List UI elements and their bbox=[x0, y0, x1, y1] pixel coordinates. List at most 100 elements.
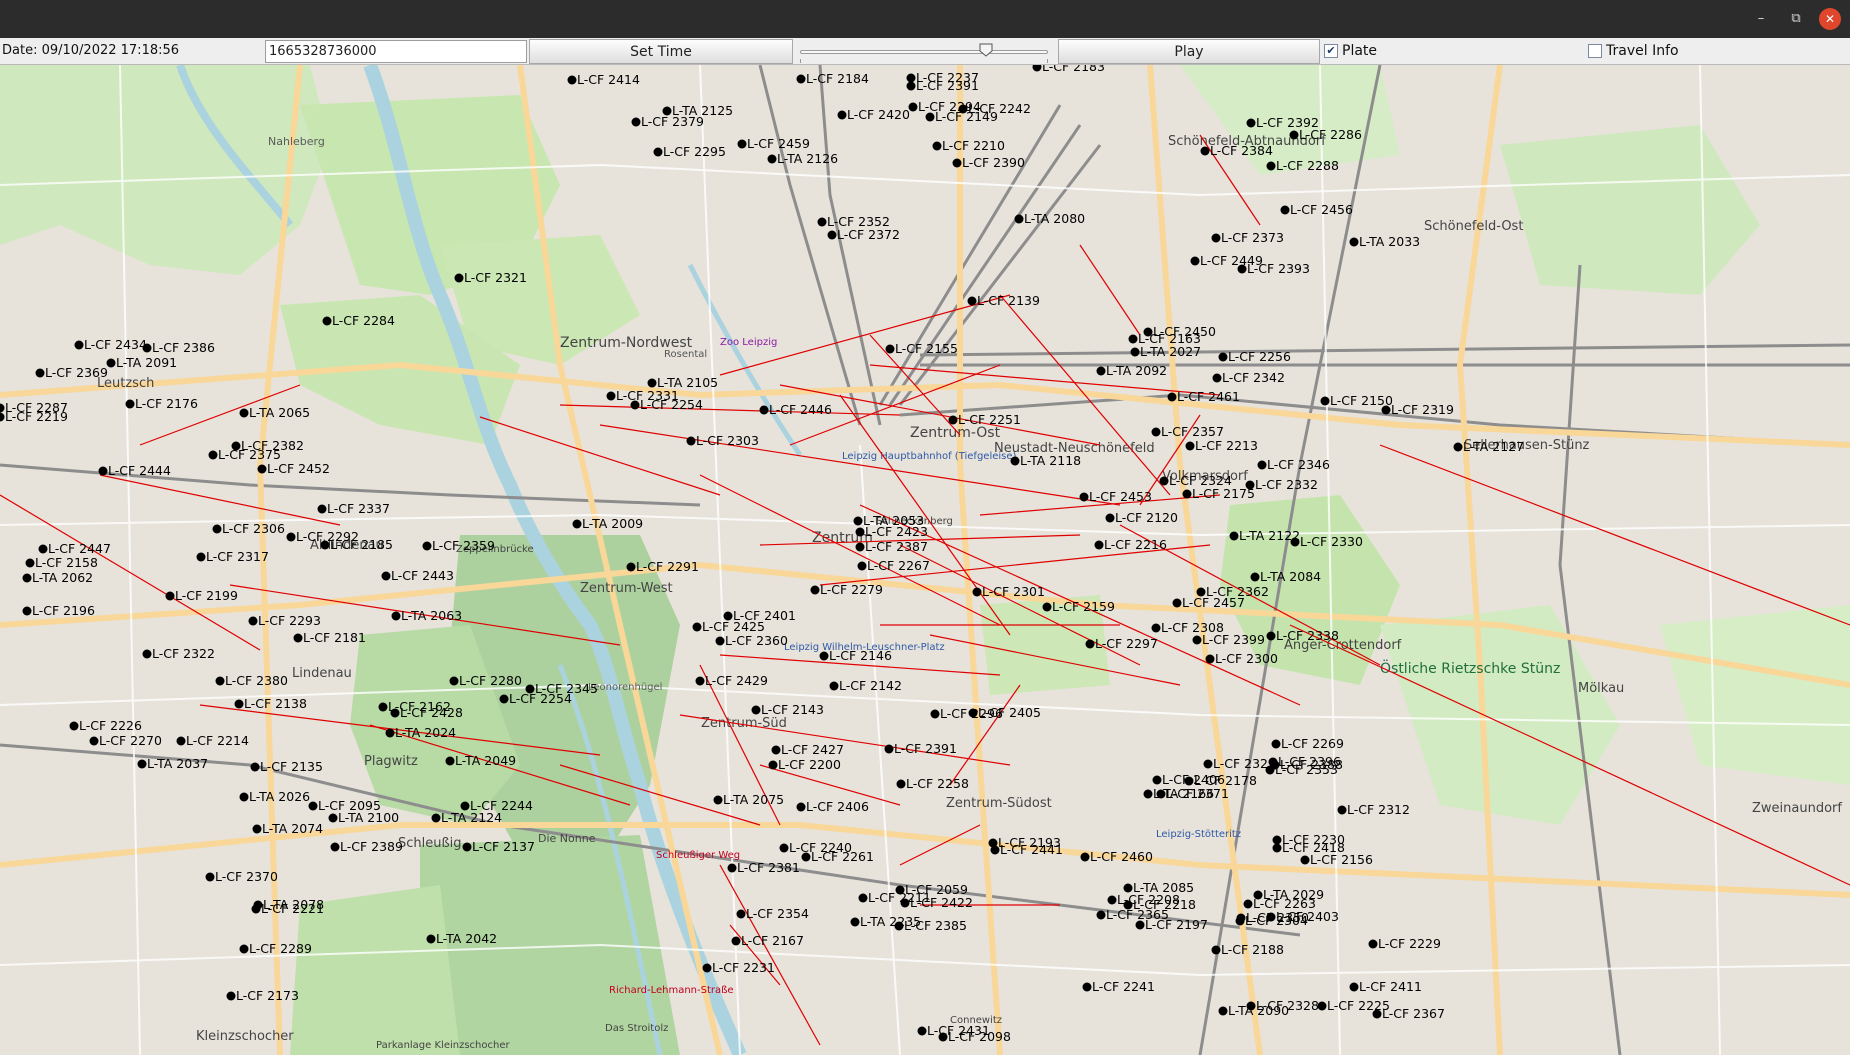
vehicle-dot[interactable] bbox=[1320, 396, 1330, 406]
vehicle-marker[interactable]: L-TA 2092 bbox=[1096, 363, 1168, 378]
vehicle-marker[interactable]: L-CF 2098 bbox=[938, 1029, 1012, 1044]
vehicle-marker[interactable]: L-CF 2226 bbox=[69, 718, 143, 733]
vehicle-marker[interactable]: L-TA 2126 bbox=[767, 151, 839, 166]
time-slider[interactable] bbox=[798, 41, 1054, 63]
vehicle-marker[interactable]: L-CF 2210 bbox=[932, 138, 1006, 153]
vehicle-dot[interactable] bbox=[1151, 623, 1161, 633]
vehicle-dot[interactable] bbox=[1159, 476, 1169, 486]
vehicle-marker[interactable]: L-CF 2216 bbox=[1094, 537, 1168, 552]
vehicle-marker[interactable]: L-CF 2405 bbox=[968, 705, 1041, 720]
vehicle-dot[interactable] bbox=[390, 708, 400, 718]
vehicle-marker[interactable]: L-TA 2009 bbox=[572, 516, 644, 531]
vehicle-marker[interactable]: L-CF 2369 bbox=[35, 365, 109, 380]
vehicle-marker[interactable]: L-TA 2118 bbox=[1010, 453, 1082, 468]
vehicle-marker[interactable]: L-TA 2084 bbox=[1250, 569, 1322, 584]
vehicle-marker[interactable]: L-CF 2261 bbox=[801, 849, 874, 864]
vehicle-dot[interactable] bbox=[1266, 631, 1276, 641]
vehicle-dot[interactable] bbox=[462, 842, 472, 852]
vehicle-marker[interactable]: L-CF 2346 bbox=[1257, 457, 1331, 472]
vehicle-marker[interactable]: L-CF 2406 bbox=[1152, 772, 1226, 787]
set-time-button[interactable]: Set Time bbox=[529, 39, 793, 64]
vehicle-dot[interactable] bbox=[894, 921, 904, 931]
vehicle-marker[interactable]: L-CF 2284 bbox=[322, 313, 396, 328]
vehicle-marker[interactable]: L-TA 2063 bbox=[391, 608, 463, 623]
vehicle-marker[interactable]: L-CF 2372 bbox=[827, 227, 900, 242]
vehicle-marker[interactable]: L-CF 2156 bbox=[1300, 852, 1374, 867]
vehicle-marker[interactable]: L-CF 2406 bbox=[796, 799, 870, 814]
vehicle-marker[interactable]: L-CF 2332 bbox=[1245, 477, 1318, 492]
vehicle-dot[interactable] bbox=[817, 217, 827, 227]
vehicle-marker[interactable]: L-CF 2381 bbox=[727, 860, 800, 875]
vehicle-dot[interactable] bbox=[38, 544, 48, 554]
vehicle-marker[interactable]: L-CF 2322 bbox=[142, 646, 215, 661]
vehicle-dot[interactable] bbox=[1453, 442, 1463, 452]
vehicle-marker[interactable]: L-CF 2386 bbox=[142, 340, 216, 355]
vehicle-dot[interactable] bbox=[422, 541, 432, 551]
vehicle-dot[interactable] bbox=[293, 633, 303, 643]
vehicle-marker[interactable]: L-CF 2428 bbox=[390, 705, 464, 720]
vehicle-dot[interactable] bbox=[1085, 639, 1095, 649]
vehicle-marker[interactable]: L-CF 2135 bbox=[250, 759, 323, 774]
vehicle-dot[interactable] bbox=[713, 795, 723, 805]
vehicle-dot[interactable] bbox=[1212, 373, 1222, 383]
vehicle-dot[interactable] bbox=[196, 552, 206, 562]
vehicle-dot[interactable] bbox=[1211, 233, 1221, 243]
vehicle-marker[interactable]: L-CF 2391 bbox=[906, 78, 979, 93]
travel-info-checkbox[interactable] bbox=[1588, 44, 1602, 58]
vehicle-marker[interactable]: L-CF 2312 bbox=[1337, 802, 1410, 817]
vehicle-dot[interactable] bbox=[320, 540, 330, 550]
vehicle-dot[interactable] bbox=[125, 399, 135, 409]
vehicle-marker[interactable]: L-CF 2181 bbox=[293, 630, 366, 645]
vehicle-dot[interactable] bbox=[631, 117, 641, 127]
vehicle-marker[interactable]: L-CF 2159 bbox=[1042, 599, 1116, 614]
vehicle-marker[interactable]: L-CF 2137 bbox=[462, 839, 535, 854]
vehicle-dot[interactable] bbox=[715, 636, 725, 646]
vehicle-dot[interactable] bbox=[1094, 540, 1104, 550]
vehicle-dot[interactable] bbox=[796, 802, 806, 812]
vehicle-marker[interactable]: L-CF 2143 bbox=[751, 702, 824, 717]
vehicle-dot[interactable] bbox=[208, 450, 218, 460]
vehicle-marker[interactable]: L-CF 2183 bbox=[1032, 65, 1105, 74]
vehicle-dot[interactable] bbox=[1349, 982, 1359, 992]
vehicle-marker[interactable]: L-CF 2286 bbox=[1289, 127, 1363, 142]
vehicle-dot[interactable] bbox=[248, 616, 258, 626]
slider-thumb[interactable] bbox=[979, 43, 993, 57]
vehicle-marker[interactable]: L-CF 2301 bbox=[972, 584, 1045, 599]
vehicle-dot[interactable] bbox=[1192, 635, 1202, 645]
vehicle-dot[interactable] bbox=[1300, 855, 1310, 865]
vehicle-dot[interactable] bbox=[89, 736, 99, 746]
vehicle-marker[interactable]: L-TA 2074 bbox=[252, 821, 324, 836]
vehicle-dot[interactable] bbox=[378, 702, 388, 712]
vehicle-dot[interactable] bbox=[308, 801, 318, 811]
vehicle-marker[interactable]: L-CF 2385 bbox=[894, 918, 967, 933]
vehicle-dot[interactable] bbox=[381, 571, 391, 581]
vehicle-marker[interactable]: L-CF 2225 bbox=[1317, 998, 1390, 1013]
vehicle-marker[interactable]: L-CF 2453 bbox=[1079, 489, 1152, 504]
vehicle-dot[interactable] bbox=[1190, 256, 1200, 266]
vehicle-dot[interactable] bbox=[1185, 441, 1195, 451]
vehicle-dot[interactable] bbox=[137, 759, 147, 769]
vehicle-marker[interactable]: L-TA 2127 bbox=[1453, 439, 1525, 454]
vehicle-dot[interactable] bbox=[1211, 945, 1221, 955]
vehicle-dot[interactable] bbox=[165, 591, 175, 601]
vehicle-marker[interactable]: L-CF 2373 bbox=[1211, 230, 1284, 245]
vehicle-dot[interactable] bbox=[499, 694, 509, 704]
vehicle-dot[interactable] bbox=[819, 651, 829, 661]
vehicle-marker[interactable]: L-CF 2214 bbox=[176, 733, 250, 748]
vehicle-dot[interactable] bbox=[768, 760, 778, 770]
vehicle-dot[interactable] bbox=[1368, 939, 1378, 949]
vehicle-dot[interactable] bbox=[142, 649, 152, 659]
vehicle-marker[interactable]: L-CF 2150 bbox=[1320, 393, 1394, 408]
vehicle-marker[interactable]: L-TA 2037 bbox=[137, 756, 209, 771]
vehicle-dot[interactable] bbox=[1218, 352, 1228, 362]
vehicle-marker[interactable]: L-CF 2452 bbox=[257, 461, 330, 476]
vehicle-dot[interactable] bbox=[286, 532, 296, 542]
vehicle-marker[interactable]: L-CF 2256 bbox=[1218, 349, 1292, 364]
vehicle-dot[interactable] bbox=[850, 917, 860, 927]
vehicle-dot[interactable] bbox=[25, 558, 35, 568]
vehicle-dot[interactable] bbox=[727, 863, 737, 873]
vehicle-dot[interactable] bbox=[330, 842, 340, 852]
vehicle-marker[interactable]: L-CF 2360 bbox=[715, 633, 789, 648]
timestamp-input[interactable] bbox=[265, 40, 527, 63]
vehicle-marker[interactable]: L-TA 2080 bbox=[1014, 211, 1086, 226]
